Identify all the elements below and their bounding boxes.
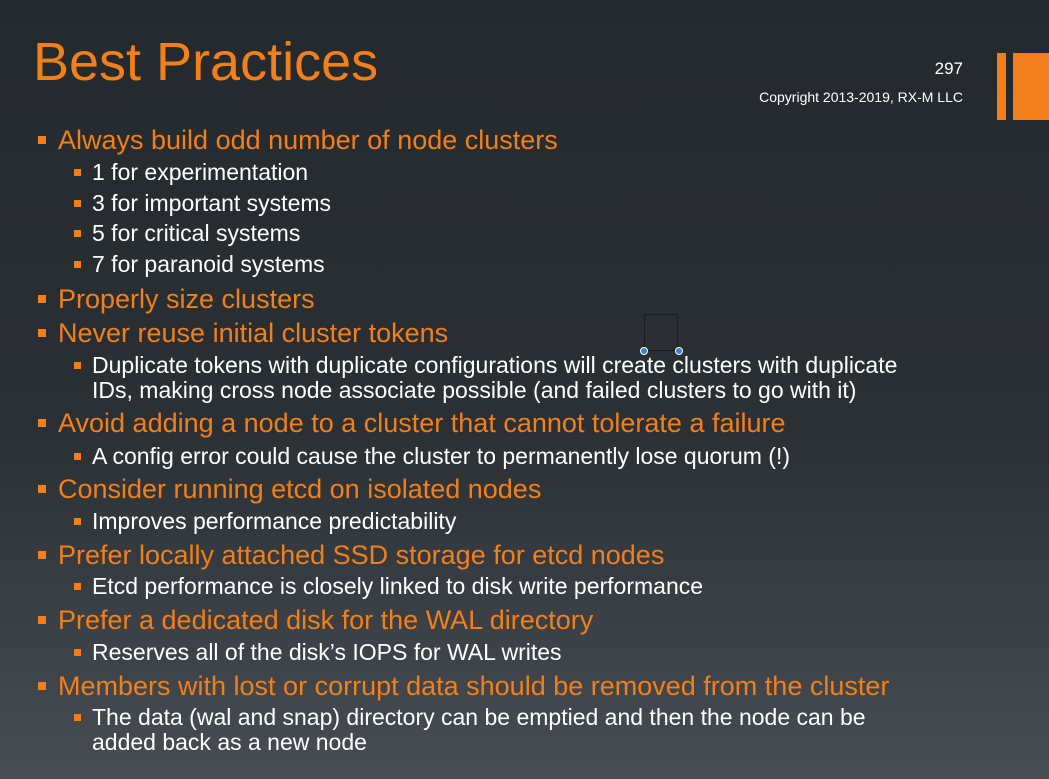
bullet-square-icon (38, 329, 46, 337)
bullet-square-icon (38, 136, 46, 144)
bullet-item: Always build odd number of node clusters (38, 125, 558, 155)
sub-bullet-item: Etcd performance is closely linked to di… (74, 573, 704, 599)
bullet-text: Consider running etcd on isolated nodes (58, 474, 542, 504)
sub-bullet-item: 5 for critical systems (74, 220, 301, 246)
bullet-text: Prefer locally attached SSD storage for … (58, 540, 665, 570)
sub-bullet-item: Reserves all of the disk’s IOPS for WAL … (74, 639, 562, 665)
bullet-square-icon (74, 583, 81, 590)
sub-bullet-item: Improves performance predictability (74, 508, 457, 534)
slide-title: Best Practices (33, 32, 379, 92)
copyright-notice: Copyright 2013-2019, RX-M LLC (759, 89, 963, 105)
bullet-square-icon (74, 230, 81, 237)
bullet-square-icon (74, 169, 81, 176)
bullet-square-icon (38, 551, 46, 559)
resize-handle-icon[interactable] (675, 347, 683, 355)
sub-bullet-item: The data (wal and snap) directory can be… (74, 704, 866, 730)
accent-bar-thin (997, 53, 1006, 120)
bullet-square-icon (74, 362, 81, 369)
bullet-square-icon (38, 616, 46, 624)
bullet-item: Members with lost or corrupt data should… (38, 671, 890, 701)
selection-box[interactable] (644, 314, 678, 351)
bullet-text: Reserves all of the disk’s IOPS for WAL … (92, 639, 562, 665)
bullet-item: Avoid adding a node to a cluster that ca… (38, 408, 786, 438)
bullet-square-icon (38, 682, 46, 690)
sub-bullet-item: 3 for important systems (74, 190, 332, 216)
sub-bullet-item: A config error could cause the cluster t… (74, 443, 791, 469)
bullet-text: The data (wal and snap) directory can be… (92, 704, 866, 730)
bullet-item: Consider running etcd on isolated nodes (38, 474, 542, 504)
bullet-square-icon (74, 518, 81, 525)
sub-bullet-item: 7 for paranoid systems (74, 251, 325, 277)
bullet-text: Always build odd number of node clusters (58, 125, 558, 155)
bullet-text: Improves performance predictability (92, 508, 457, 534)
bullet-item: Prefer locally attached SSD storage for … (38, 540, 665, 570)
bullet-text: Avoid adding a node to a cluster that ca… (58, 408, 786, 438)
bullet-text: 3 for important systems (92, 190, 332, 216)
slide-number: 297 (934, 59, 963, 78)
bullet-text: added back as a new node (92, 729, 367, 755)
bullet-item: Never reuse initial cluster tokens (38, 318, 449, 348)
bullet-text: IDs, making cross node associate possibl… (92, 377, 857, 403)
bullet-text: Duplicate tokens with duplicate configur… (92, 352, 898, 378)
sub-bullet-continuation: IDs, making cross node associate possibl… (92, 378, 856, 403)
sub-bullet-continuation: added back as a new node (92, 730, 367, 755)
bullet-text: Prefer a dedicated disk for the WAL dire… (58, 605, 594, 635)
bullet-item: Prefer a dedicated disk for the WAL dire… (38, 605, 594, 635)
bullet-square-icon (74, 261, 81, 268)
sub-bullet-item: Duplicate tokens with duplicate configur… (74, 352, 898, 378)
bullet-square-icon (74, 714, 81, 721)
bullet-text: Never reuse initial cluster tokens (58, 318, 449, 348)
bullet-square-icon (74, 453, 81, 460)
resize-handle-icon[interactable] (640, 347, 648, 355)
bullet-square-icon (74, 649, 81, 656)
bullet-text: Properly size clusters (58, 284, 315, 314)
bullet-text: A config error could cause the cluster t… (92, 443, 791, 469)
bullet-text: 5 for critical systems (92, 220, 301, 246)
bullet-item: Properly size clusters (38, 284, 315, 314)
accent-bar-thick (1013, 53, 1049, 120)
bullet-text: 7 for paranoid systems (92, 251, 325, 277)
sub-bullet-item: 1 for experimentation (74, 159, 309, 185)
bullet-square-icon (74, 200, 81, 207)
bullet-square-icon (38, 295, 46, 303)
bullet-square-icon (38, 485, 46, 493)
bullet-square-icon (38, 419, 46, 427)
bullet-text: 1 for experimentation (92, 159, 309, 185)
bullet-text: Members with lost or corrupt data should… (58, 671, 890, 701)
bullet-text: Etcd performance is closely linked to di… (92, 573, 704, 599)
